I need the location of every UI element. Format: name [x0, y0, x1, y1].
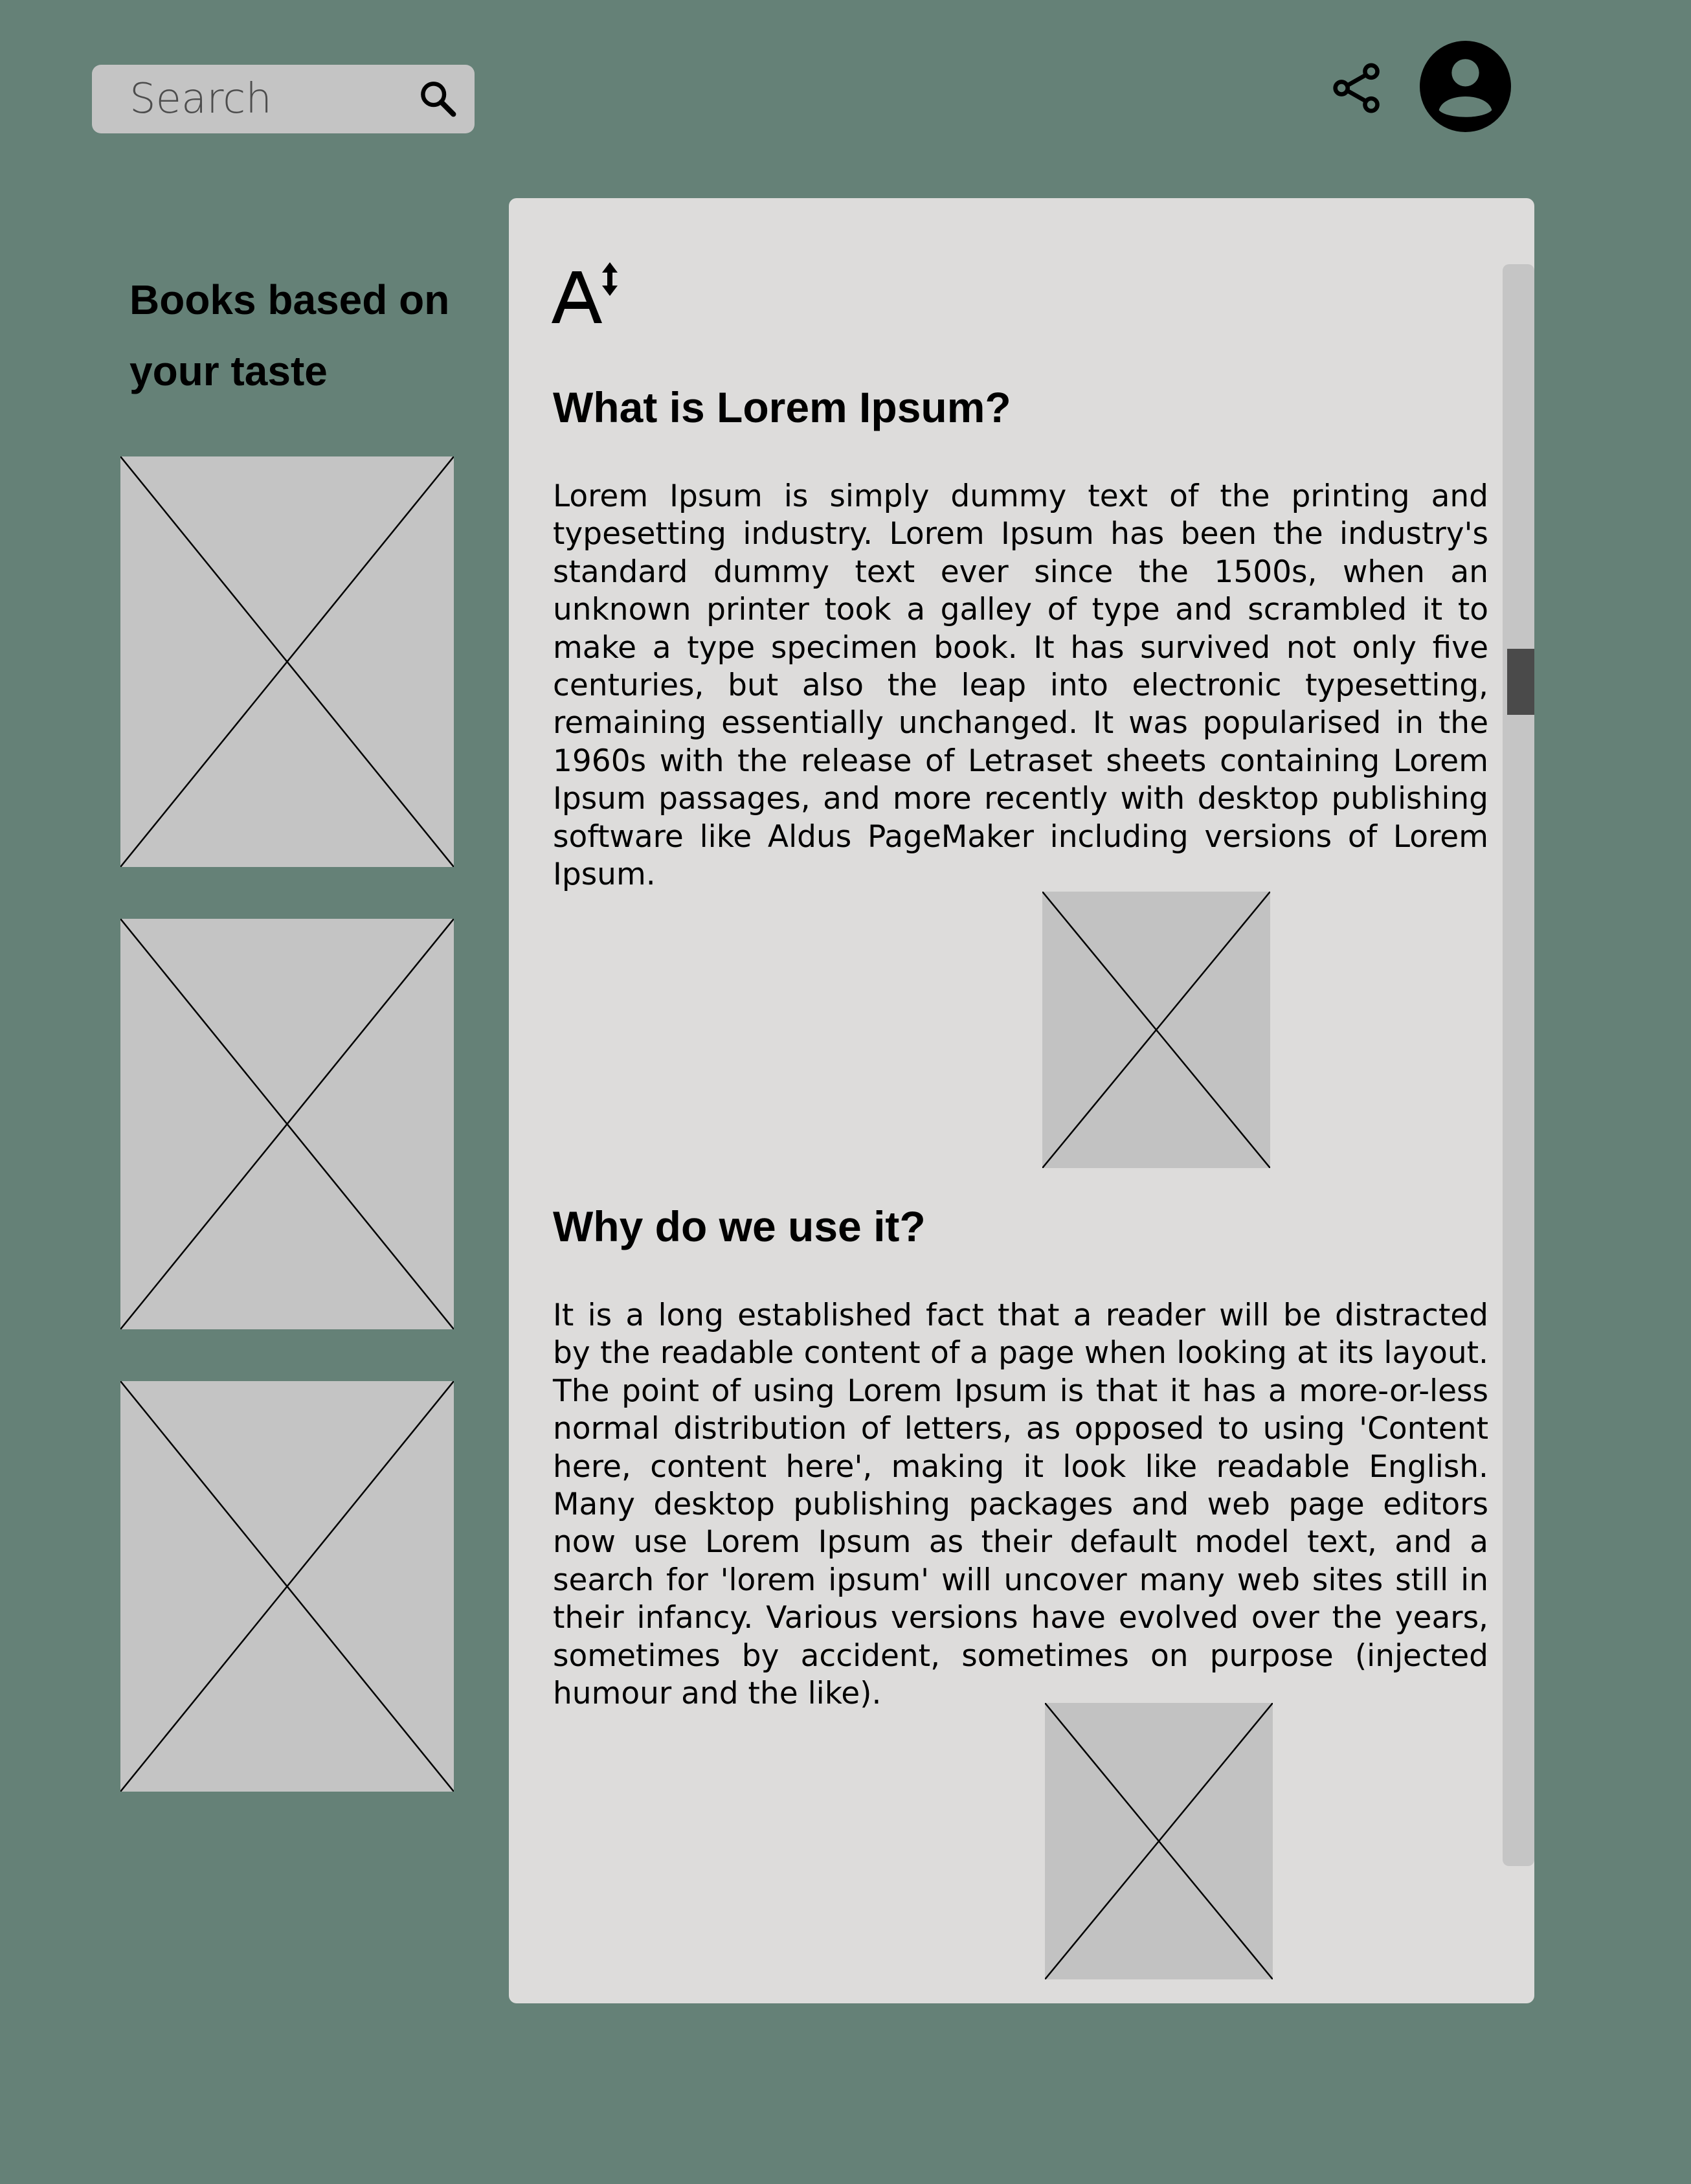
book-cover-placeholder[interactable] — [120, 1381, 454, 1792]
image-placeholder[interactable] — [1042, 892, 1270, 1168]
section-body: It is a long established fact that a rea… — [553, 1298, 1488, 1712]
scrollbar-track[interactable] — [1503, 264, 1534, 1866]
article-panel: What is Lorem Ipsum? Lorem Ipsum is simp… — [509, 198, 1534, 2003]
search-bar[interactable] — [92, 65, 475, 133]
book-cover-placeholder[interactable] — [120, 919, 454, 1329]
image-placeholder[interactable] — [1045, 1703, 1273, 1979]
section-heading: What is Lorem Ipsum? — [553, 383, 1011, 431]
share-icon[interactable] — [1328, 60, 1385, 117]
book-cover-placeholder[interactable] — [120, 456, 454, 867]
section-heading: Why do we use it? — [553, 1202, 926, 1250]
search-input[interactable] — [129, 65, 408, 133]
search-icon[interactable] — [416, 76, 461, 122]
section-body: Lorem Ipsum is simply dummy text of the … — [553, 478, 1488, 893]
scrollbar-thumb[interactable] — [1507, 649, 1534, 715]
account-circle-icon[interactable] — [1420, 41, 1511, 132]
text-size-icon[interactable] — [552, 262, 627, 323]
sidebar-title: Books based on your taste — [129, 276, 450, 394]
